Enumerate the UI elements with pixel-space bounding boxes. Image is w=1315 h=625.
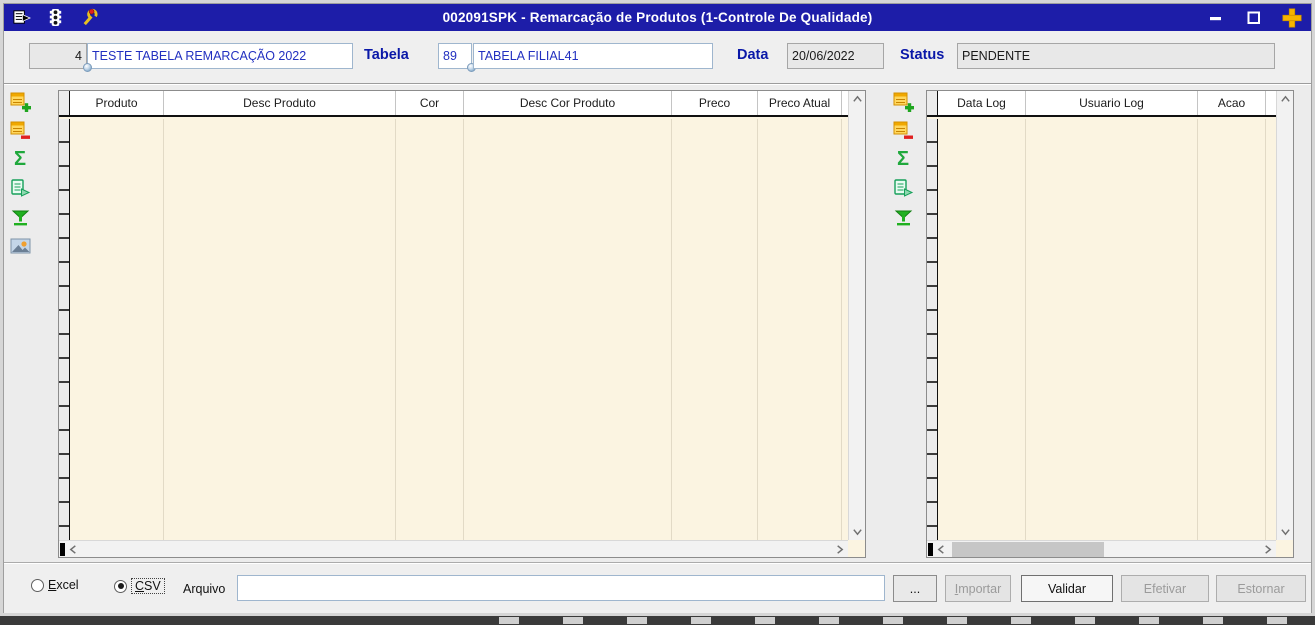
filter-icon[interactable] [9,206,31,228]
grid-column [938,119,1026,540]
scrollbar-thumb[interactable] [952,542,1104,557]
wrench-icon[interactable] [78,7,100,29]
scrollbar-track[interactable] [950,541,1259,557]
estornar-button: Estornar [1216,575,1306,602]
titlebar[interactable]: 002091SPK - Remarcação de Produtos (1-Co… [4,4,1311,31]
lookup-balloon-icon [83,63,92,72]
taskbar-items [455,617,1315,624]
row-indicator-header [59,91,70,115]
delete-row-icon[interactable] [9,119,31,141]
application-window: 002091SPK - Remarcação de Produtos (1-Co… [0,0,1315,616]
exit-icon[interactable] [10,7,32,29]
column-header-preco-atual[interactable]: Preco Atual [758,91,842,115]
log-toolbar: Σ [890,90,916,228]
scroll-down-icon[interactable] [1277,523,1294,540]
table-name-input[interactable]: TESTE TABELA REMARCAÇÃO 2022 [87,43,353,69]
data-field: 20/06/2022 [787,43,884,69]
close-plus-icon[interactable] [1281,7,1303,29]
scrollbar-corner [848,540,865,557]
products-grid[interactable]: Produto Desc Produto Cor Desc Cor Produt… [58,90,866,558]
validar-button[interactable]: Validar [1021,575,1113,602]
add-row-icon[interactable] [892,90,914,112]
tabela-label: Tabela [364,47,409,63]
sum-icon[interactable]: Σ [9,148,31,170]
header-filler [1266,91,1276,115]
header-form: 4 TESTE TABELA REMARCAÇÃO 2022 Tabela 89… [4,31,1311,84]
scroll-right-icon[interactable] [1259,541,1276,558]
taskbar-strip [0,616,1315,625]
scroll-right-icon[interactable] [831,541,848,558]
column-header-desc-produto[interactable]: Desc Produto [164,91,396,115]
grid-column [1026,119,1198,540]
column-header-desc-cor-produto[interactable]: Desc Cor Produto [464,91,672,115]
arquivo-input[interactable] [237,575,885,601]
table-code-field: 4 [29,43,87,69]
window-title: 002091SPK - Remarcação de Produtos (1-Co… [442,10,873,25]
row-indicator-header [927,91,938,115]
image-icon[interactable] [9,235,31,257]
grid-column [758,119,842,540]
log-grid-body[interactable] [927,119,1276,540]
export-icon[interactable] [892,177,914,199]
column-header-acao[interactable]: Acao [1198,91,1266,115]
efetivar-button: Efetivar [1121,575,1209,602]
radio-circle-icon[interactable] [31,578,44,592]
horizontal-scrollbar[interactable] [59,540,848,557]
csv-radio-label: CSV [131,578,165,594]
status-label: Status [900,47,945,63]
row-indicator-column [927,119,938,540]
products-grid-header: Produto Desc Produto Cor Desc Cor Produt… [59,91,848,117]
export-icon[interactable] [9,177,31,199]
scrollbar-corner [1276,540,1293,557]
column-header-cor[interactable]: Cor [396,91,464,115]
sum-icon[interactable]: Σ [892,148,914,170]
horizontal-scrollbar[interactable] [927,540,1276,557]
grid-column [70,119,164,540]
scroll-left-icon[interactable] [65,541,82,558]
status-field: PENDENTE [957,43,1275,69]
traffic-light-icon[interactable] [44,7,66,29]
tabela-name-field: TABELA FILIAL41 [473,43,713,69]
scroll-left-icon[interactable] [933,541,950,558]
vertical-scrollbar[interactable] [1276,91,1293,540]
grid-column [164,119,396,540]
log-grid-header: Data Log Usuario Log Acao [927,91,1276,117]
data-label: Data [737,47,769,63]
excel-radio-label: Excel [48,578,79,592]
footer-bar: Excel CSV Arquivo ... Importar Validar E… [4,562,1311,613]
grid-column [464,119,672,540]
scrollbar-track[interactable] [82,541,831,557]
column-header-preco[interactable]: Preco [672,91,758,115]
browse-button[interactable]: ... [893,575,937,602]
grid-column-filler [1266,119,1276,540]
grid-column [672,119,758,540]
arquivo-label: Arquivo [183,582,226,596]
importar-button: Importar [945,575,1011,602]
add-row-icon[interactable] [9,90,31,112]
log-grid[interactable]: Data Log Usuario Log Acao [926,90,1294,558]
maximize-icon[interactable] [1243,7,1265,29]
minimize-icon[interactable] [1205,7,1227,29]
delete-row-icon[interactable] [892,119,914,141]
column-header-produto[interactable]: Produto [70,91,164,115]
row-indicator-column [59,119,70,540]
csv-radio[interactable]: CSV [114,578,165,594]
vertical-scrollbar[interactable] [848,91,865,540]
filter-icon[interactable] [892,206,914,228]
column-header-data-log[interactable]: Data Log [938,91,1026,115]
scroll-up-icon[interactable] [849,91,866,108]
column-header-usuario-log[interactable]: Usuario Log [1026,91,1198,115]
scroll-down-icon[interactable] [849,523,866,540]
grid-column [396,119,464,540]
products-grid-body[interactable] [59,119,848,540]
radio-circle-icon[interactable] [114,579,127,593]
products-toolbar: Σ [7,90,33,257]
scroll-up-icon[interactable] [1277,91,1294,108]
grid-column [1198,119,1266,540]
excel-radio[interactable]: Excel [31,578,79,592]
